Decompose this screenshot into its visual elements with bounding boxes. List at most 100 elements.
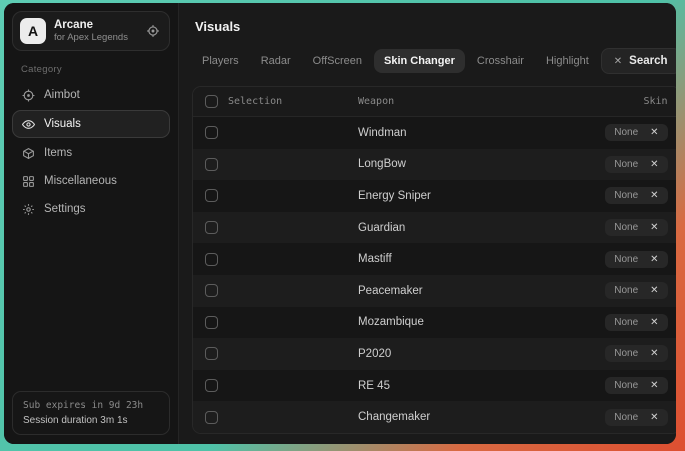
sidebar-item-aimbot[interactable]: Aimbot: [12, 82, 170, 108]
table-row: P2020 None ✕: [193, 338, 676, 370]
main-panel: Visuals Players Radar OffScreen Skin Cha…: [178, 3, 676, 444]
clear-skin-icon[interactable]: ✕: [650, 190, 658, 201]
weapon-name: Guardian: [358, 222, 405, 234]
sidebar-item-label: Visuals: [44, 118, 81, 130]
tab-highlight[interactable]: Highlight: [536, 49, 599, 73]
sidebar-item-label: Miscellaneous: [44, 175, 117, 187]
weapon-name: Energy Sniper: [358, 190, 431, 202]
row-checkbox[interactable]: [205, 411, 218, 424]
skin-badge[interactable]: None ✕: [605, 377, 667, 394]
eye-icon: [22, 118, 35, 131]
crosshair-icon: [22, 89, 35, 102]
skin-badge[interactable]: None ✕: [605, 314, 667, 331]
row-checkbox[interactable]: [205, 284, 218, 297]
clear-skin-icon[interactable]: ✕: [650, 380, 658, 391]
skin-value: None: [614, 380, 638, 391]
sidebar-item-label: Items: [44, 147, 72, 159]
table-row: RE 45 None ✕: [193, 370, 676, 402]
row-checkbox[interactable]: [205, 126, 218, 139]
clear-skin-icon[interactable]: ✕: [650, 254, 658, 265]
skin-badge[interactable]: None ✕: [605, 156, 667, 173]
row-checkbox[interactable]: [205, 379, 218, 392]
skin-value: None: [614, 190, 638, 201]
skin-badge[interactable]: None ✕: [605, 282, 667, 299]
brand-subtitle: for Apex Legends: [54, 32, 128, 44]
table-row: LongBow None ✕: [193, 149, 676, 181]
box-icon: [22, 147, 35, 160]
tab-radar[interactable]: Radar: [251, 49, 301, 73]
skin-value: None: [614, 285, 638, 296]
weapon-name: Mozambique: [358, 316, 424, 328]
skin-badge[interactable]: None ✕: [605, 251, 667, 268]
row-checkbox[interactable]: [205, 316, 218, 329]
sidebar-item-settings[interactable]: Settings: [12, 196, 170, 222]
sidebar-item-visuals[interactable]: Visuals: [12, 110, 170, 138]
session-duration-text: Session duration 3m 1s: [23, 415, 159, 426]
search-button-label: Search: [629, 55, 667, 67]
tab-players[interactable]: Players: [192, 49, 249, 73]
tab-crosshair[interactable]: Crosshair: [467, 49, 534, 73]
table-header: Selection Weapon Skin: [193, 87, 676, 117]
subscription-info: Sub expires in 9d 23h Session duration 3…: [12, 391, 170, 435]
sidebar-item-label: Aimbot: [44, 89, 80, 101]
weapon-name: Mastiff: [358, 253, 392, 265]
skin-badge[interactable]: None ✕: [605, 345, 667, 362]
sub-expiry-text: Sub expires in 9d 23h: [23, 400, 159, 411]
tab-offscreen[interactable]: OffScreen: [303, 49, 372, 73]
page-title: Visuals: [195, 19, 676, 34]
clear-skin-icon[interactable]: ✕: [650, 348, 658, 359]
column-header-weapon: Weapon: [358, 96, 394, 107]
weapon-name: RE 45: [358, 380, 390, 392]
skin-badge[interactable]: None ✕: [605, 124, 667, 141]
weapon-name: LongBow: [358, 158, 406, 170]
row-checkbox[interactable]: [205, 221, 218, 234]
table-row: Peacemaker None ✕: [193, 275, 676, 307]
row-checkbox[interactable]: [205, 347, 218, 360]
clear-skin-icon[interactable]: ✕: [650, 412, 658, 423]
sidebar-item-label: Settings: [44, 203, 86, 215]
weapon-name: Peacemaker: [358, 285, 423, 297]
category-label: Category: [21, 64, 178, 75]
table-row: Energy Sniper None ✕: [193, 180, 676, 212]
skin-value: None: [614, 412, 638, 423]
brand-card: A Arcane for Apex Legends: [12, 11, 170, 51]
row-checkbox[interactable]: [205, 253, 218, 266]
table-row: Windman None ✕: [193, 117, 676, 149]
grid-icon: [22, 175, 35, 188]
brand-name: Arcane: [54, 18, 128, 32]
skin-value: None: [614, 348, 638, 359]
skin-badge[interactable]: None ✕: [605, 187, 667, 204]
sidebar-item-miscellaneous[interactable]: Miscellaneous: [12, 168, 170, 194]
weapon-name: Changemaker: [358, 411, 430, 423]
sidebar: A Arcane for Apex Legends Category: [4, 3, 178, 444]
clear-skin-icon[interactable]: ✕: [650, 317, 658, 328]
clear-skin-icon[interactable]: ✕: [650, 285, 658, 296]
weapon-name: P2020: [358, 348, 391, 360]
skin-table: Selection Weapon Skin Windman None ✕ Lon…: [192, 86, 676, 434]
brand-logo: A: [20, 18, 46, 44]
skin-badge[interactable]: None ✕: [605, 219, 667, 236]
sidebar-item-items[interactable]: Items: [12, 140, 170, 166]
table-row: Changemaker None ✕: [193, 401, 676, 433]
gear-icon: [22, 203, 35, 216]
table-row: Mastiff None ✕: [193, 243, 676, 275]
clear-skin-icon[interactable]: ✕: [650, 222, 658, 233]
tab-bar: Players Radar OffScreen Skin Changer Cro…: [192, 48, 676, 74]
column-header-skin: Skin: [643, 96, 667, 107]
clear-skin-icon[interactable]: ✕: [650, 159, 658, 170]
column-header-selection: Selection: [228, 96, 282, 107]
tab-skin-changer[interactable]: Skin Changer: [374, 49, 465, 73]
row-checkbox[interactable]: [205, 158, 218, 171]
target-icon[interactable]: [146, 24, 160, 38]
clear-skin-icon[interactable]: ✕: [650, 127, 658, 138]
skin-badge[interactable]: None ✕: [605, 409, 667, 426]
app-window: A Arcane for Apex Legends Category: [4, 3, 676, 444]
search-icon: ✕: [614, 56, 622, 67]
skin-value: None: [614, 317, 638, 328]
skin-value: None: [614, 159, 638, 170]
row-checkbox[interactable]: [205, 189, 218, 202]
select-all-checkbox[interactable]: [205, 95, 218, 108]
search-button[interactable]: ✕ Search: [601, 48, 676, 74]
skin-value: None: [614, 254, 638, 265]
weapon-name: Windman: [358, 127, 407, 139]
